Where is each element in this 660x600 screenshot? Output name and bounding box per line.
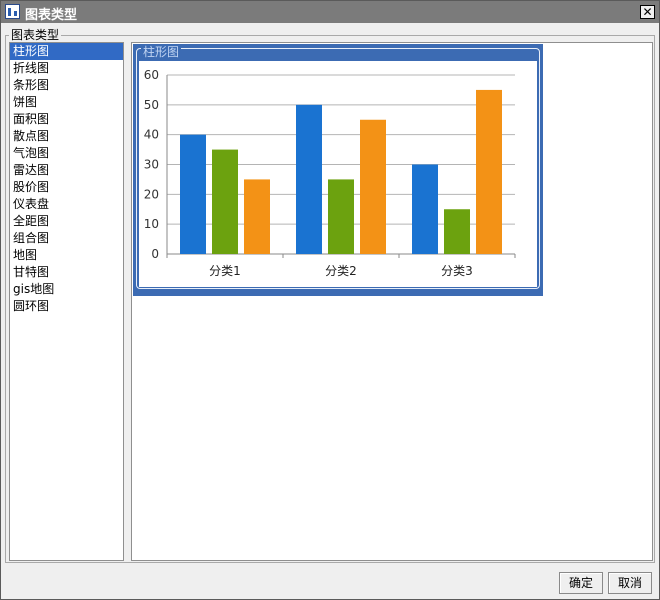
x-tick-label: 分类2: [325, 264, 357, 278]
y-tick-label: 0: [151, 247, 159, 261]
chart-type-item[interactable]: 散点图: [10, 128, 123, 145]
bar: [444, 209, 470, 254]
x-tick-label: 分类3: [441, 264, 473, 278]
chart-type-item[interactable]: 折线图: [10, 60, 123, 77]
chart-type-item[interactable]: 条形图: [10, 77, 123, 94]
chart-type-item[interactable]: 全距图: [10, 213, 123, 230]
bar: [412, 164, 438, 254]
chart-type-item[interactable]: 股价图: [10, 179, 123, 196]
chart-type-dialog: 图表类型 ✕ 图表类型 柱形图 折线图 条形图 饼图 面积图 散点图 气泡图 雷达图 股价图 仪表…: [0, 0, 660, 600]
chart-type-item[interactable]: 组合图: [10, 230, 123, 247]
x-tick-label: 分类1: [209, 264, 241, 278]
chart-type-item[interactable]: 圆环图: [10, 298, 123, 315]
bar: [244, 179, 270, 254]
bar: [360, 119, 386, 254]
app-icon: [5, 4, 20, 19]
chart-preview-caption: 柱形图: [141, 45, 182, 59]
ok-button[interactable]: 确定: [559, 572, 603, 594]
chart-type-item[interactable]: 雷达图: [10, 162, 123, 179]
group-label: 图表类型: [9, 26, 62, 43]
chart-type-item[interactable]: gis地图: [10, 281, 123, 298]
dialog-title: 图表类型: [25, 8, 78, 23]
bar-chart: 0 10 20 30 40 50 60 分类1 分类2 分类3: [144, 68, 516, 278]
cancel-button[interactable]: 取消: [608, 572, 652, 594]
y-tick-label: 30: [144, 158, 159, 172]
chart-plot-area: 0 10 20 30 40 50 60 分类1 分类2 分类3: [139, 61, 537, 287]
chart-type-item[interactable]: 面积图: [10, 111, 123, 128]
bar: [476, 89, 502, 255]
y-tick-label: 50: [144, 98, 159, 112]
chart-type-item[interactable]: 地图: [10, 247, 123, 264]
chart-type-item[interactable]: 仪表盘: [10, 196, 123, 213]
bar: [328, 179, 354, 254]
bar: [212, 149, 238, 254]
y-tick-label: 60: [144, 68, 159, 82]
chart-type-item[interactable]: 气泡图: [10, 145, 123, 162]
chart-type-item[interactable]: 柱形图: [10, 43, 123, 60]
title-bar[interactable]: 图表类型 ✕: [1, 1, 659, 23]
y-tick-label: 40: [144, 128, 159, 142]
y-tick-label: 20: [144, 187, 159, 201]
chart-type-item[interactable]: 甘特图: [10, 264, 123, 281]
chart-type-list[interactable]: 柱形图 折线图 条形图 饼图 面积图 散点图 气泡图 雷达图 股价图 仪表盘 全距图 组合图 地图 甘特图…: [9, 42, 124, 561]
y-tick-label: 10: [144, 217, 159, 231]
bar: [296, 104, 322, 254]
close-icon[interactable]: ✕: [640, 5, 655, 19]
bar: [180, 134, 206, 254]
chart-type-item[interactable]: 饼图: [10, 94, 123, 111]
